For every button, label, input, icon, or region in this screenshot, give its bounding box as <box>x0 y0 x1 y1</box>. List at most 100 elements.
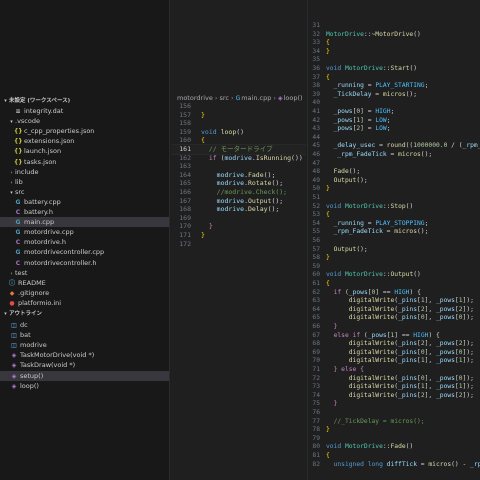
code-line[interactable]: 47 <box>308 160 480 169</box>
file-tree-item[interactable]: Cmotordrive.h <box>0 237 169 247</box>
outline-item[interactable]: ◫ modrive <box>0 340 169 350</box>
file-tree-item[interactable]: {}launch.json <box>0 146 169 156</box>
code-line[interactable]: 75 } <box>308 400 480 409</box>
code-line[interactable]: 65 digitalWrite(_pins[0], _pows[0]); <box>308 314 480 323</box>
code-line[interactable]: 157} <box>171 111 306 120</box>
file-tree-item[interactable]: › test <box>0 268 169 278</box>
file-tree-item[interactable]: ▾ .vscode <box>0 116 169 126</box>
code-line[interactable]: 77 //_TickDelay = micros(); <box>308 418 480 427</box>
code-line[interactable]: 74 digitalWrite(_pins[2], _pows[2]); <box>308 392 480 401</box>
code-line[interactable]: 54 _running = PLAY_STOPPING; <box>308 220 480 229</box>
code-line[interactable]: 161 // モータードライブ <box>171 144 306 155</box>
file-tree-item[interactable]: ◆ .gitignore <box>0 288 169 298</box>
code-line[interactable]: 70 digitalWrite(_pins[1], _pows[1]); <box>308 357 480 366</box>
file-tree-item[interactable]: Gbattery.cpp <box>0 197 169 207</box>
code-line[interactable]: 79 <box>308 435 480 444</box>
code-line[interactable]: 52 void MotorDrive::Stop() <box>308 203 480 212</box>
code-line[interactable]: 51 <box>308 194 480 203</box>
file-tree-item[interactable]: Gmain.cpp <box>0 217 169 228</box>
code-line[interactable]: 73 digitalWrite(_pins[1], _pows[1]); <box>308 383 480 392</box>
breadcrumb-folder[interactable]: src <box>219 94 229 102</box>
code-line[interactable]: 41 _pows[0] = HIGH; <box>308 108 480 117</box>
code-line[interactable]: 67 else if (_pows[1] == HIGH) { <box>308 332 480 341</box>
code-line[interactable]: 163 <box>171 162 306 171</box>
code-line[interactable]: 166 //modrive.Check(); <box>171 188 306 197</box>
code-line[interactable]: 58} <box>308 254 480 263</box>
code-line[interactable]: 169 <box>171 214 306 223</box>
code-line[interactable]: 69 digitalWrite(_pins[0], _pows[0]); <box>308 349 480 358</box>
code-line[interactable]: 59 <box>308 263 480 272</box>
outline-item[interactable]: ◈ loop() <box>0 381 169 391</box>
code-line[interactable]: 44 <box>308 134 480 143</box>
code-line[interactable]: 33 { <box>308 39 480 48</box>
outline-item[interactable]: ◈ setup() <box>0 370 169 381</box>
code-line[interactable]: 159 void loop() <box>171 128 306 137</box>
code-line[interactable]: 31 <box>308 22 480 31</box>
code-line[interactable]: 42 _pows[1] = LOW; <box>308 117 480 126</box>
code-line[interactable]: 63 digitalWrite(_pins[1], _pows[1]); <box>308 297 480 306</box>
code-line[interactable]: 57 Output(); <box>308 246 480 255</box>
outline-item[interactable]: ◫ bat <box>0 330 169 340</box>
code-line[interactable]: 68 digitalWrite(_pins[2], _pows[2]); <box>308 340 480 349</box>
code-line[interactable]: 49 Output(); <box>308 177 480 186</box>
code-line[interactable]: 160 { <box>171 136 306 145</box>
file-tree-item[interactable]: ● platformio.ini <box>0 298 169 308</box>
code-line[interactable]: 45 _delay_usec = round((1000000.0 / (_rp… <box>308 142 480 151</box>
code-line[interactable]: 43 _pows[2] = LOW; <box>308 125 480 134</box>
code-line[interactable]: 39 _TickDelay = micros(); <box>308 91 480 100</box>
file-tree-item[interactable]: › include <box>0 167 169 177</box>
code-line[interactable]: 78} <box>308 426 480 435</box>
file-tree-item[interactable]: › lib <box>0 177 169 187</box>
code-line[interactable]: 48 Fade(); <box>308 168 480 177</box>
code-line[interactable]: 76 <box>308 409 480 418</box>
code-line[interactable]: 82 unsigned long diffTick = micros() - _… <box>308 461 480 470</box>
code-line[interactable]: 66 } <box>308 323 480 332</box>
file-tree-item[interactable]: {}extensions.json <box>0 136 169 146</box>
code-line[interactable]: 40 <box>308 99 480 108</box>
code-line[interactable]: 46 _rpm_FadeTick = micros(); <box>308 151 480 160</box>
file-tree-item[interactable]: Gmotordrive.cpp <box>0 227 169 237</box>
editor-main[interactable]: motordrive › src › Gmain.cpp › ◈loop() 156 157}… <box>171 0 306 480</box>
code-line[interactable]: 72 digitalWrite(_pins[0], _pows[0]); <box>308 375 480 384</box>
outline-item[interactable]: ◈ TaskMotorDrive(void *) <box>0 350 169 360</box>
code-line[interactable]: 71 } else { <box>308 366 480 375</box>
code-line[interactable]: 60 void MotorDrive::Output() <box>308 271 480 280</box>
file-tree-item[interactable]: Cbattery.h <box>0 207 169 217</box>
code-line[interactable]: 172 <box>171 240 306 249</box>
workspace-header[interactable]: ▾ 未設定 (ワークスペース) <box>0 95 169 105</box>
code-line[interactable]: 50} <box>308 185 480 194</box>
breadcrumb-symbol[interactable]: loop() <box>284 94 303 102</box>
file-tree-item[interactable]: ⓘ README <box>0 278 169 288</box>
code-line[interactable]: 36 void MotorDrive::Start() <box>308 65 480 74</box>
code-line[interactable]: 62 if (_pows[0] == HIGH) { <box>308 289 480 298</box>
outline-item[interactable]: ◫ dc <box>0 320 169 330</box>
code-line[interactable]: 32 MotorDrive::~MotorDrive() <box>308 31 480 40</box>
code-line[interactable]: 81 { <box>308 452 480 461</box>
code-line[interactable]: 55 _rpm_FadeTick = micros(); <box>308 228 480 237</box>
breadcrumb-file[interactable]: main.cpp <box>241 94 271 102</box>
code-line[interactable]: 162 if (modrive.IsRunning()) { <box>171 154 306 163</box>
code-line[interactable]: 64 digitalWrite(_pins[2], _pows[2]); <box>308 306 480 315</box>
code-line[interactable]: 37 { <box>308 74 480 83</box>
code-line[interactable]: 167 modrive.Output(); <box>171 197 306 206</box>
file-tree-item[interactable]: {}c_cpp_properties.json <box>0 126 169 136</box>
file-tree-item[interactable]: ▾ src <box>0 187 169 197</box>
file-tree-item[interactable]: {}tasks.json <box>0 157 169 167</box>
code-line[interactable]: 171} <box>171 231 306 240</box>
editor-side[interactable]: 31 32 MotorDrive::~MotorDrive() 33{34} 35 36 v… <box>307 0 480 480</box>
code-line[interactable]: 53 { <box>308 211 480 220</box>
code-line[interactable]: 168 modrive.Delay(); <box>171 205 306 214</box>
code-line[interactable]: 38 _running = PLAY_STARTING; <box>308 82 480 91</box>
code-line[interactable]: 158 <box>171 119 306 128</box>
code-line[interactable]: 80 void MotorDrive::Fade() <box>308 443 480 452</box>
code-line[interactable]: 165 modrive.Rotate(); <box>171 179 306 188</box>
file-tree-item[interactable]: ≡ integrity.dat <box>0 106 169 116</box>
code-line[interactable]: 61 { <box>308 280 480 289</box>
code-line[interactable]: 56 <box>308 237 480 246</box>
code-line[interactable]: 35 <box>308 56 480 65</box>
code-line[interactable]: 164 modrive.Fade(); <box>171 171 306 180</box>
code-line[interactable]: 34} <box>308 48 480 57</box>
outline-header[interactable]: ▾ アウトライン <box>0 308 169 318</box>
file-tree-item[interactable]: Cmotordrivecontroller.h <box>0 258 169 268</box>
breadcrumb-project[interactable]: motordrive <box>177 94 213 102</box>
